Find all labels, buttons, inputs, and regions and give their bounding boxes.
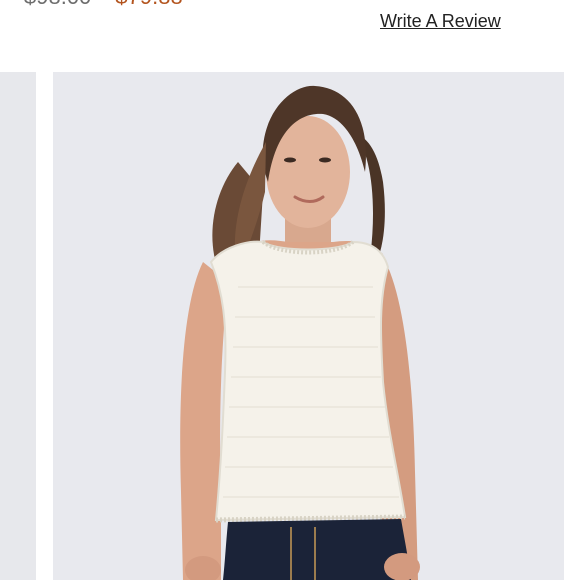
product-image-gallery bbox=[0, 72, 579, 580]
product-photo bbox=[53, 72, 564, 580]
next-image-slide[interactable] bbox=[570, 72, 579, 580]
product-main-image[interactable] bbox=[53, 72, 564, 580]
write-review-link[interactable]: Write A Review bbox=[380, 10, 501, 32]
previous-image-slide[interactable] bbox=[0, 72, 36, 580]
circle-icon bbox=[535, 0, 559, 8]
price-row: $98.00 $79.88 bbox=[24, 0, 183, 8]
sale-price: $79.88 bbox=[115, 0, 182, 9]
original-price: $98.00 bbox=[24, 0, 91, 9]
